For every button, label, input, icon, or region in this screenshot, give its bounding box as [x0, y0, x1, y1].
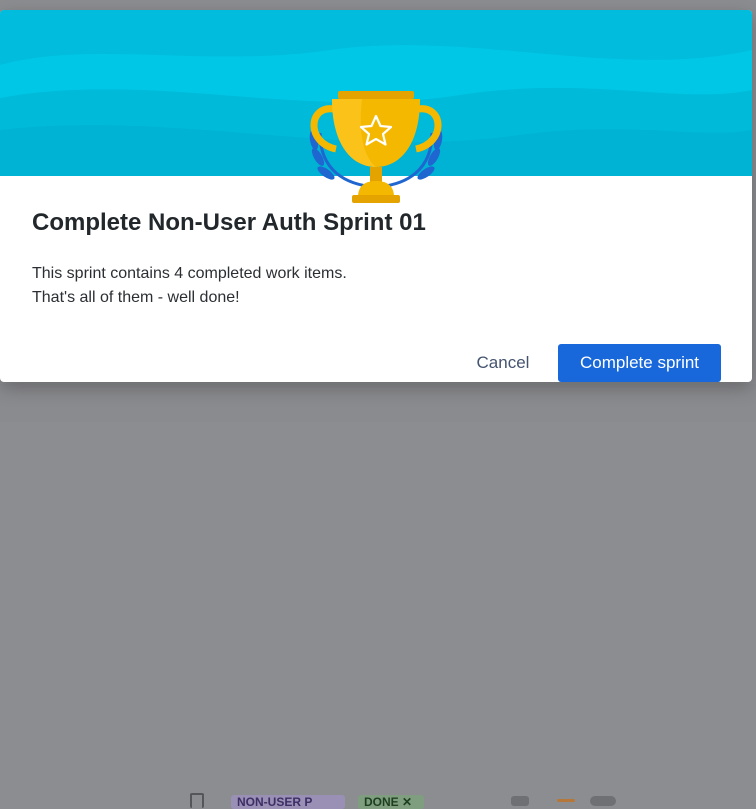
dialog-title: Complete Non-User Auth Sprint 01 [32, 209, 426, 236]
complete-sprint-button[interactable]: Complete sprint [558, 344, 721, 382]
board-icon [190, 793, 204, 808]
priority-icon [557, 799, 575, 802]
background-page: NON-USER P DONE ✕ [0, 384, 756, 809]
status-lozenge: DONE ✕ [358, 795, 424, 809]
dialog-body-line-2: That's all of them - well done! [32, 289, 240, 306]
trophy-icon [309, 91, 443, 203]
dialog-body-line-1: This sprint contains 4 completed work it… [32, 265, 347, 282]
estimate-chip [511, 796, 529, 806]
avatar [590, 796, 616, 806]
cancel-button[interactable]: Cancel [462, 344, 544, 382]
epic-lozenge: NON-USER P [231, 795, 345, 809]
complete-sprint-dialog: Complete Non-User Auth Sprint 01 This sp… [0, 10, 752, 382]
dialog-body: This sprint contains 4 completed work it… [32, 262, 347, 310]
